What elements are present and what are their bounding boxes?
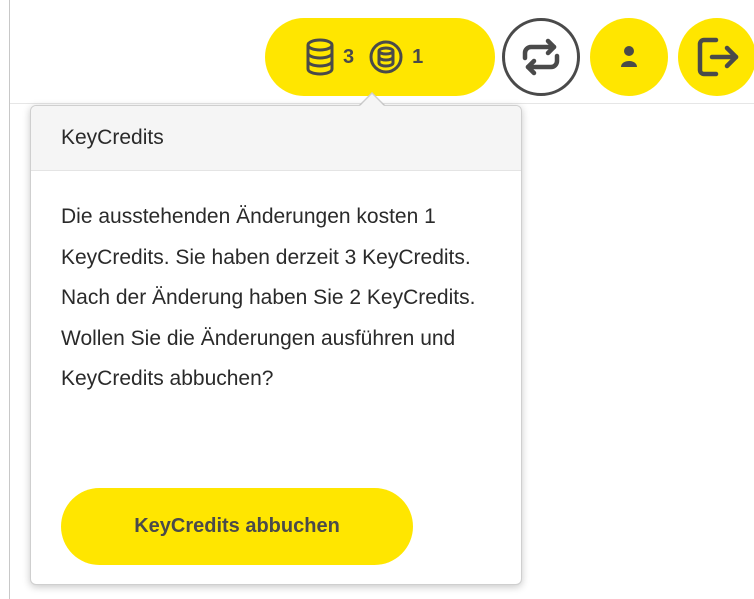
credits-available-count: 3 <box>343 45 355 68</box>
keycredits-popover: KeyCredits Die ausstehenden Änderungen k… <box>30 105 522 585</box>
left-border <box>9 0 10 599</box>
page: 3 1 KeyCredits Die ausstehenden Änderung… <box>0 0 754 599</box>
popover-title: KeyCredits <box>31 106 521 171</box>
logout-button[interactable] <box>678 18 754 96</box>
credits-indicator[interactable]: 3 1 <box>265 18 495 96</box>
user-icon <box>619 45 639 69</box>
popover-arrow-fill <box>359 94 385 107</box>
logout-icon <box>694 34 740 80</box>
sync-button[interactable] <box>502 18 580 96</box>
user-button[interactable] <box>590 18 668 96</box>
popover-message: Die ausstehenden Änderungen kosten 1 Key… <box>61 205 476 390</box>
coin-icon <box>368 39 404 75</box>
sync-icon <box>516 32 566 82</box>
confirm-keycredits-button[interactable]: KeyCredits abbuchen <box>61 488 413 565</box>
database-stack-icon <box>305 37 335 77</box>
credits-cost-count: 1 <box>412 45 424 68</box>
